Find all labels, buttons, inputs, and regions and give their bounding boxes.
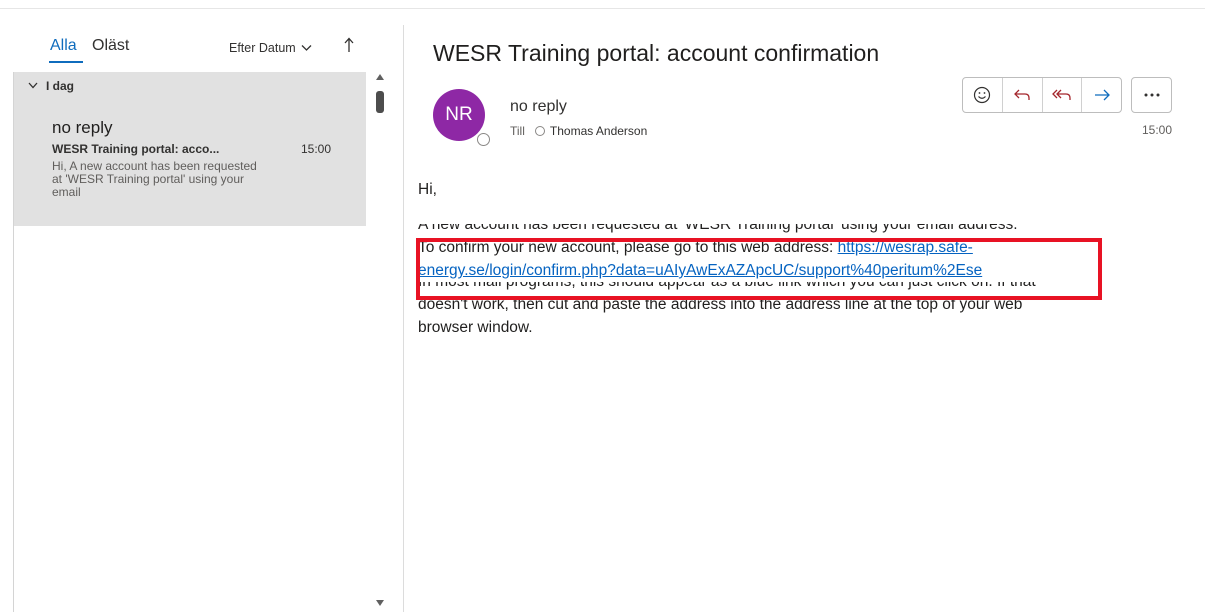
reply-all-button[interactable] xyxy=(1041,78,1082,112)
group-label: I dag xyxy=(46,78,75,93)
mail-time: 15:00 xyxy=(1142,123,1173,137)
arrow-up-icon xyxy=(344,37,354,52)
chevron-down-icon xyxy=(28,82,38,89)
link-highlight-box xyxy=(416,238,1102,300)
sort-direction-button[interactable] xyxy=(344,37,354,58)
avatar[interactable]: NR xyxy=(433,89,485,141)
scroll-thumb[interactable] xyxy=(376,91,384,113)
emoji-icon xyxy=(974,86,991,104)
presence-icon xyxy=(534,126,545,136)
message-sender: no reply xyxy=(52,118,113,137)
list-scrollbar[interactable] xyxy=(373,74,387,612)
message-subject: WESR Training portal: acco... xyxy=(52,142,220,156)
more-actions-button[interactable] xyxy=(1131,77,1172,113)
message-list-pane: Alla Oläst Efter Datum I dag no reply WE… xyxy=(0,0,403,612)
message-preview: Hi, A new account has been requested at … xyxy=(52,159,257,199)
recipients-line: Till Thomas Anderson xyxy=(510,124,647,138)
body-greeting: Hi, xyxy=(418,181,437,198)
reading-pane: WESR Training portal: account confirmati… xyxy=(404,0,1205,612)
body-line-1: A new account has been requested at 'WES… xyxy=(418,224,1018,233)
chevron-down-icon xyxy=(301,45,312,51)
forward-button[interactable] xyxy=(1081,78,1121,112)
group-header-today[interactable]: I dag xyxy=(14,72,366,99)
reply-icon xyxy=(1014,89,1030,100)
tab-all[interactable]: Alla xyxy=(50,37,77,55)
reply-all-icon xyxy=(1051,89,1071,100)
message-actions xyxy=(962,77,1122,113)
to-label: Till xyxy=(510,124,525,138)
avatar-initials: NR xyxy=(445,104,473,125)
scroll-up-arrow-icon[interactable] xyxy=(376,74,384,80)
scroll-down-arrow-icon[interactable] xyxy=(376,600,384,606)
more-icon xyxy=(1144,93,1159,97)
active-tab-indicator xyxy=(49,61,83,63)
body-line-6: browser window. xyxy=(418,319,533,336)
tab-unread[interactable]: Oläst xyxy=(92,37,129,55)
sender-name[interactable]: no reply xyxy=(510,98,567,116)
mail-subject: WESR Training portal: account confirmati… xyxy=(433,40,880,66)
sort-by-button[interactable]: Efter Datum xyxy=(229,41,312,55)
filter-bar: Alla Oläst Efter Datum xyxy=(0,0,370,70)
message-time: 15:00 xyxy=(301,142,332,156)
presence-status-icon xyxy=(477,133,490,146)
emoji-button[interactable] xyxy=(963,78,1002,112)
body-line-partial: A new account has been requested at 'WES… xyxy=(418,224,1108,236)
list-item[interactable]: no reply WESR Training portal: acco... 1… xyxy=(14,99,366,226)
forward-icon xyxy=(1094,89,1110,101)
reply-button[interactable] xyxy=(1001,78,1042,112)
sort-by-label: Efter Datum xyxy=(229,41,296,55)
recipient-name[interactable]: Thomas Anderson xyxy=(550,124,647,138)
